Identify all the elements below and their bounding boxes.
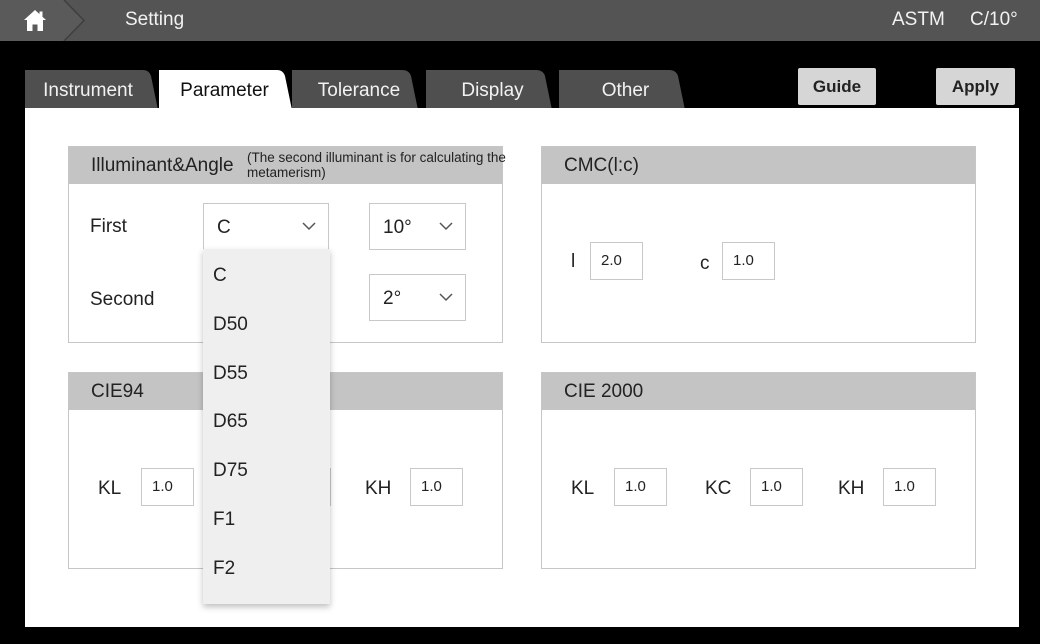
tab-other-label: Other	[601, 80, 650, 101]
guide-button[interactable]: Guide	[798, 68, 876, 105]
standard-indicator: ASTM	[892, 9, 945, 30]
illuminant-angle-title: Illuminant&Angle	[91, 155, 234, 176]
home-icon	[0, 0, 86, 41]
home-button[interactable]	[0, 0, 86, 41]
cmc-c-input[interactable]: 1.0	[722, 242, 775, 280]
dropdown-option-c[interactable]: C	[213, 265, 227, 287]
tab-display-label: Display	[461, 80, 524, 101]
cie2000-kh-label: KH	[838, 478, 865, 499]
cie2000-kl-input[interactable]: 1.0	[614, 468, 667, 506]
cie2000-title: CIE 2000	[564, 381, 644, 402]
dropdown-option-d55[interactable]: D55	[213, 363, 248, 385]
second-label: Second	[90, 289, 155, 310]
cmc-c-label: c	[700, 253, 710, 274]
tab-instrument[interactable]: Instrument	[25, 70, 158, 110]
dropdown-option-d65[interactable]: D65	[213, 411, 248, 433]
tab-parameter-label: Parameter	[180, 80, 269, 101]
first-illuminant-value: C	[217, 217, 231, 238]
second-angle-value: 2°	[383, 288, 402, 309]
tab-parameter[interactable]: Parameter	[159, 70, 292, 110]
group-header: CMC(l:c)	[542, 147, 975, 184]
cie2000-kc-label: KC	[705, 478, 732, 499]
illuminant-note: (The second illuminant is for calculatin…	[247, 150, 506, 180]
tab-tolerance[interactable]: Tolerance	[292, 70, 425, 110]
second-angle-select[interactable]: 2°	[369, 274, 466, 321]
tab-tolerance-label: Tolerance	[317, 80, 401, 101]
cie2000-kc-input[interactable]: 1.0	[750, 468, 803, 506]
cmc-l-label: l	[571, 251, 576, 272]
first-angle-select[interactable]: 10°	[369, 203, 466, 250]
chevron-down-icon	[439, 222, 453, 231]
first-label: First	[90, 216, 127, 237]
dropdown-option-f1[interactable]: F1	[213, 509, 235, 531]
cie2000-kh-input[interactable]: 1.0	[883, 468, 936, 506]
cie94-kh-label: KH	[365, 478, 392, 499]
cie94-kl-label: KL	[98, 478, 122, 499]
cie94-kh-input[interactable]: 1.0	[410, 468, 463, 506]
cie2000-kl-label: KL	[571, 478, 595, 499]
first-angle-value: 10°	[383, 217, 412, 238]
cmc-title: CMC(l:c)	[564, 155, 639, 176]
group-header: CIE 2000	[542, 373, 975, 410]
observer-indicator: C/10°	[970, 9, 1018, 30]
chevron-down-icon	[439, 293, 453, 302]
chevron-down-icon	[302, 222, 316, 231]
cie94-kl-input[interactable]: 1.0	[141, 468, 194, 506]
dropdown-option-d75[interactable]: D75	[213, 460, 248, 482]
cmc-l-input[interactable]: 2.0	[590, 242, 643, 280]
dropdown-option-d50[interactable]: D50	[213, 314, 248, 336]
group-header: Illuminant&Angle (The second illuminant …	[69, 147, 506, 184]
cie94-title: CIE94	[91, 381, 144, 402]
tab-display[interactable]: Display	[426, 70, 559, 110]
dropdown-option-f2[interactable]: F2	[213, 558, 235, 580]
tab-instrument-label: Instrument	[43, 80, 133, 101]
illuminant-dropdown-list: C D50 D55 D65 D75 F1 F2	[203, 249, 330, 604]
top-bar: Setting ASTM C/10°	[0, 0, 1040, 41]
first-illuminant-select[interactable]: C	[203, 203, 329, 250]
apply-button[interactable]: Apply	[936, 68, 1015, 105]
page-title: Setting	[125, 9, 185, 30]
tab-other[interactable]: Other	[559, 70, 692, 110]
